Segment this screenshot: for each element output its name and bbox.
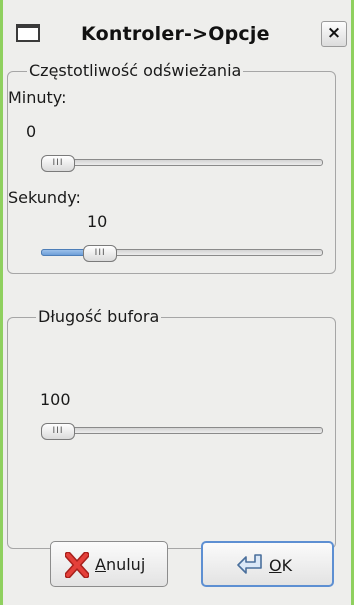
titlebar[interactable]: Kontroler->Opcje × [3, 0, 351, 60]
minutes-slider-thumb[interactable]: III [41, 155, 75, 172]
cancel-mnemonic: A [95, 555, 106, 574]
minutes-value: 0 [26, 122, 37, 141]
buffer-length-slider-track[interactable] [41, 427, 323, 434]
cancel-button[interactable]: Anuluj [50, 541, 168, 587]
ok-button-label: OK [269, 556, 292, 575]
buffer-length-label: Długość bufora [36, 307, 162, 326]
minutes-label: Minuty: [8, 88, 67, 107]
refresh-frequency-label: Częstotliwość odświeżania [27, 61, 244, 80]
seconds-slider-thumb[interactable]: III [83, 245, 118, 262]
seconds-label: Sekundy: [8, 188, 81, 207]
buffer-length-value: 100 [40, 390, 71, 409]
options-dialog-window: Kontroler->Opcje × Częstotliwość odśwież… [0, 0, 354, 605]
ok-label-rest: K [281, 556, 293, 575]
window-title: Kontroler->Opcje [81, 23, 270, 45]
red-x-icon [64, 551, 90, 582]
cancel-button-label: Anuluj [95, 555, 145, 574]
dialog-content: Częstotliwość odświeżania Minuty: 0 III … [3, 60, 351, 605]
seconds-value: 10 [87, 212, 108, 231]
minutes-slider-track[interactable] [41, 159, 323, 166]
window-menu-icon[interactable] [16, 24, 40, 42]
ok-button[interactable]: OK [201, 541, 334, 587]
ok-mnemonic: O [269, 556, 282, 575]
cancel-label-rest: nuluj [105, 555, 146, 574]
ok-arrow-icon [235, 552, 265, 582]
close-button[interactable]: × [321, 21, 347, 47]
buffer-length-slider-thumb[interactable]: III [41, 423, 75, 440]
